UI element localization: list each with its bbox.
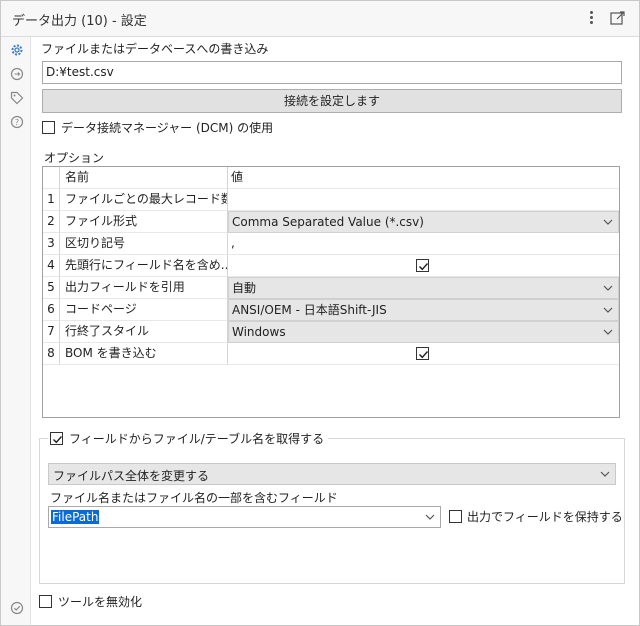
keep-field-label: 出力でフィールドを保持する bbox=[467, 510, 623, 524]
check-circle-icon[interactable] bbox=[10, 601, 24, 615]
filename-mode-value: ファイルパス全体を変更する bbox=[53, 469, 210, 483]
filename-group-header: フィールドからファイル/テーブル名を取得する bbox=[48, 430, 329, 447]
row-name-quote-fields: 出力フィールドを引用 bbox=[60, 277, 228, 299]
file-format-value: Comma Separated Value (*.csv) bbox=[232, 215, 424, 229]
configure-connection-button[interactable]: 接続を設定します bbox=[42, 89, 622, 113]
title-bar: データ出力 (10) - 設定 bbox=[1, 1, 639, 37]
line-ending-select[interactable]: Windows bbox=[228, 321, 619, 343]
delimiter-input[interactable]: , bbox=[228, 233, 619, 255]
filename-from-field-label: フィールドからファイル/テーブル名を取得する bbox=[69, 432, 325, 446]
grid-header-corner bbox=[43, 167, 60, 189]
config-window: データ出力 (10) - 設定 ? ファイルまたはデータベースへの書き込み D:… bbox=[0, 0, 640, 626]
row-name-file-format: ファイル形式 bbox=[60, 211, 228, 233]
quote-fields-value: 自動 bbox=[232, 281, 257, 295]
connection-icon[interactable] bbox=[10, 67, 24, 81]
field-select-value: FilePath bbox=[51, 510, 100, 524]
gear-icon[interactable] bbox=[10, 43, 24, 57]
code-page-value: ANSI/OEM - 日本語Shift-JIS bbox=[232, 303, 387, 317]
dcm-checkbox[interactable] bbox=[42, 121, 55, 134]
chevron-down-icon bbox=[603, 307, 613, 313]
configure-connection-label: 接続を設定します bbox=[283, 94, 380, 108]
path-input[interactable]: D:¥test.csv bbox=[42, 61, 622, 84]
row-number: 7 bbox=[43, 321, 60, 343]
grid-header-name: 名前 bbox=[60, 167, 228, 189]
row-name-line-ending: 行終了スタイル bbox=[60, 321, 228, 343]
row-number: 1 bbox=[43, 189, 60, 211]
code-page-select[interactable]: ANSI/OEM - 日本語Shift-JIS bbox=[228, 299, 619, 321]
filename-mode-select[interactable]: ファイルパス全体を変更する bbox=[48, 463, 616, 485]
header-row-checkbox[interactable] bbox=[416, 259, 429, 272]
row-number: 3 bbox=[43, 233, 60, 255]
file-format-select[interactable]: Comma Separated Value (*.csv) bbox=[228, 211, 619, 233]
row-number: 4 bbox=[43, 255, 60, 277]
popout-icon[interactable] bbox=[609, 9, 627, 27]
chevron-down-icon bbox=[603, 329, 613, 335]
header-row-cell bbox=[228, 255, 619, 277]
row-number: 6 bbox=[43, 299, 60, 321]
window-title: データ出力 (10) - 設定 bbox=[12, 14, 147, 29]
svg-text:?: ? bbox=[15, 118, 19, 127]
tag-icon[interactable] bbox=[10, 91, 24, 105]
row-number: 5 bbox=[43, 277, 60, 299]
path-value: D:¥test.csv bbox=[46, 65, 114, 79]
chevron-down-icon bbox=[425, 514, 435, 520]
keep-field-checkbox[interactable] bbox=[449, 510, 462, 523]
field-select-label: ファイル名またはファイル名の一部を含むフィールド bbox=[50, 491, 338, 505]
sidebar: ? bbox=[1, 37, 31, 625]
quote-fields-select[interactable]: 自動 bbox=[228, 277, 619, 299]
field-select-combo[interactable]: FilePath bbox=[48, 506, 441, 528]
write-bom-cell bbox=[228, 343, 619, 365]
write-bom-checkbox[interactable] bbox=[416, 347, 429, 360]
help-icon[interactable]: ? bbox=[10, 115, 24, 129]
chevron-down-icon bbox=[603, 219, 613, 225]
write-target-label: ファイルまたはデータベースへの書き込み bbox=[41, 42, 269, 56]
chevron-down-icon bbox=[600, 471, 610, 477]
more-options-icon[interactable] bbox=[585, 9, 597, 27]
row-number: 8 bbox=[43, 343, 60, 365]
row-name-max-records: ファイルごとの最大レコード数 bbox=[60, 189, 228, 211]
row-name-write-bom: BOM を書き込む bbox=[60, 343, 228, 365]
disable-tool-label: ツールを無効化 bbox=[58, 595, 143, 609]
row-number: 2 bbox=[43, 211, 60, 233]
line-ending-value: Windows bbox=[232, 325, 286, 339]
filename-from-field-checkbox[interactable] bbox=[50, 432, 63, 445]
options-label: オプション bbox=[44, 151, 105, 165]
dcm-label: データ接続マネージャー (DCM) の使用 bbox=[61, 121, 274, 135]
max-records-input[interactable] bbox=[228, 189, 619, 211]
row-name-delimiter: 区切り記号 bbox=[60, 233, 228, 255]
disable-tool-checkbox[interactable] bbox=[39, 595, 52, 608]
chevron-down-icon bbox=[603, 285, 613, 291]
row-name-header-row: 先頭行にフィールド名を含め... bbox=[60, 255, 228, 277]
row-name-code-page: コードページ bbox=[60, 299, 228, 321]
options-grid: 名前 値 1 ファイルごとの最大レコード数 2 ファイル形式 Comma Sep… bbox=[42, 166, 620, 418]
grid-header-value: 値 bbox=[228, 167, 619, 189]
